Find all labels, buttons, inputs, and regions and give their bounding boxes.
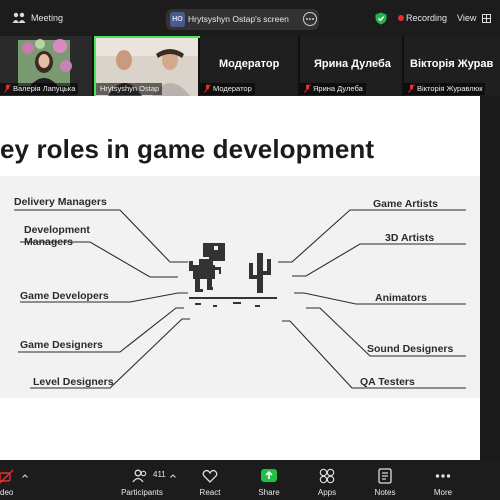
participant-tile[interactable]: Модератор Модератор	[200, 36, 298, 96]
recording-dot-icon	[398, 15, 404, 21]
participants-chevron-icon[interactable]	[170, 474, 176, 478]
role-label: QA Testers	[360, 376, 415, 388]
participants-label: Participants	[121, 488, 163, 497]
meeting-top-bar: Meeting HO Hrytsyshyn Ostap's screen Rec…	[0, 0, 500, 36]
share-label: Share	[258, 488, 280, 497]
scroll-gutter	[480, 96, 500, 460]
participants-button[interactable]: Participants	[118, 460, 166, 500]
notes-icon	[378, 468, 392, 484]
view-grid-icon[interactable]	[482, 14, 491, 23]
participant-display-name: Вікторія Журав	[410, 58, 494, 70]
react-button[interactable]: React	[196, 460, 224, 500]
notes-button[interactable]: Notes	[371, 460, 399, 500]
dinosaur-icon	[189, 243, 277, 307]
participant-tile[interactable]: Вікторія Журав Вікторія Журавлюк	[404, 36, 500, 96]
security-shield-icon[interactable]	[375, 12, 387, 25]
react-label: React	[199, 488, 221, 497]
participant-display-name: Модератор	[219, 58, 280, 70]
video-off-icon	[0, 469, 14, 484]
role-label: Delivery Managers	[14, 196, 107, 208]
participants-icon	[132, 469, 147, 483]
presenter-avatar: HO	[170, 12, 185, 27]
active-speaker-highlight	[94, 36, 202, 98]
muted-mic-icon	[408, 84, 415, 93]
participant-name: Модератор	[200, 83, 255, 95]
more-options-icon[interactable]	[303, 12, 317, 26]
meeting-toolbar: deo Participants 411 React Share Apps No…	[0, 460, 500, 500]
share-screen-icon	[261, 469, 277, 482]
video-options-chevron-icon[interactable]	[22, 474, 28, 478]
apps-button[interactable]: Apps	[313, 460, 341, 500]
recording-status[interactable]: Recording	[406, 13, 447, 23]
role-label: 3D Artists	[385, 232, 435, 244]
participant-name: Вікторія Журавлюк	[404, 83, 486, 95]
view-button[interactable]: View	[457, 13, 476, 23]
share-title: Hrytsyshyn Ostap's screen	[188, 14, 289, 24]
muted-mic-icon	[4, 84, 11, 93]
heart-react-icon	[202, 469, 218, 483]
video-label: deo	[0, 488, 14, 497]
muted-mic-icon	[304, 84, 311, 93]
participants-strip: Валерія Лапуцька Hrytsyshyn Ostap Модера…	[0, 36, 500, 98]
role-label: Game Artists	[373, 198, 438, 210]
participants-count: 411	[153, 470, 166, 479]
apps-icon	[319, 468, 335, 484]
role-label: Game Developers	[20, 290, 109, 302]
participant-tile[interactable]: Валерія Лапуцька	[0, 36, 92, 96]
more-label: More	[433, 488, 453, 497]
more-button[interactable]: More	[429, 460, 457, 500]
participant-name: Валерія Лапуцька	[0, 83, 79, 95]
role-label: Animators	[375, 292, 427, 304]
muted-mic-icon	[204, 84, 211, 93]
share-button[interactable]: Share	[255, 460, 283, 500]
participant-tile[interactable]: Ярина Дулеба Ярина Дулеба	[300, 36, 402, 96]
notes-label: Notes	[374, 488, 396, 497]
slide-title: ey roles in game development	[0, 134, 375, 164]
apps-label: Apps	[317, 488, 337, 497]
meeting-icon[interactable]	[12, 11, 26, 24]
shared-screen-slide[interactable]: ey roles in game development Delivery Ma…	[0, 96, 480, 460]
more-dots-icon	[435, 474, 451, 478]
screen-share-indicator[interactable]: HO Hrytsyshyn Ostap's screen	[166, 9, 319, 30]
meeting-label[interactable]: Meeting	[31, 13, 63, 23]
role-label: Game Designers	[20, 339, 103, 351]
role-label: Sound Designers	[367, 343, 454, 355]
role-label: Level Designers	[33, 376, 114, 388]
participant-name: Ярина Дулеба	[300, 83, 366, 95]
video-button[interactable]: deo	[0, 460, 26, 500]
role-label: Development Managers	[24, 224, 90, 248]
participant-display-name: Ярина Дулеба	[314, 58, 391, 70]
